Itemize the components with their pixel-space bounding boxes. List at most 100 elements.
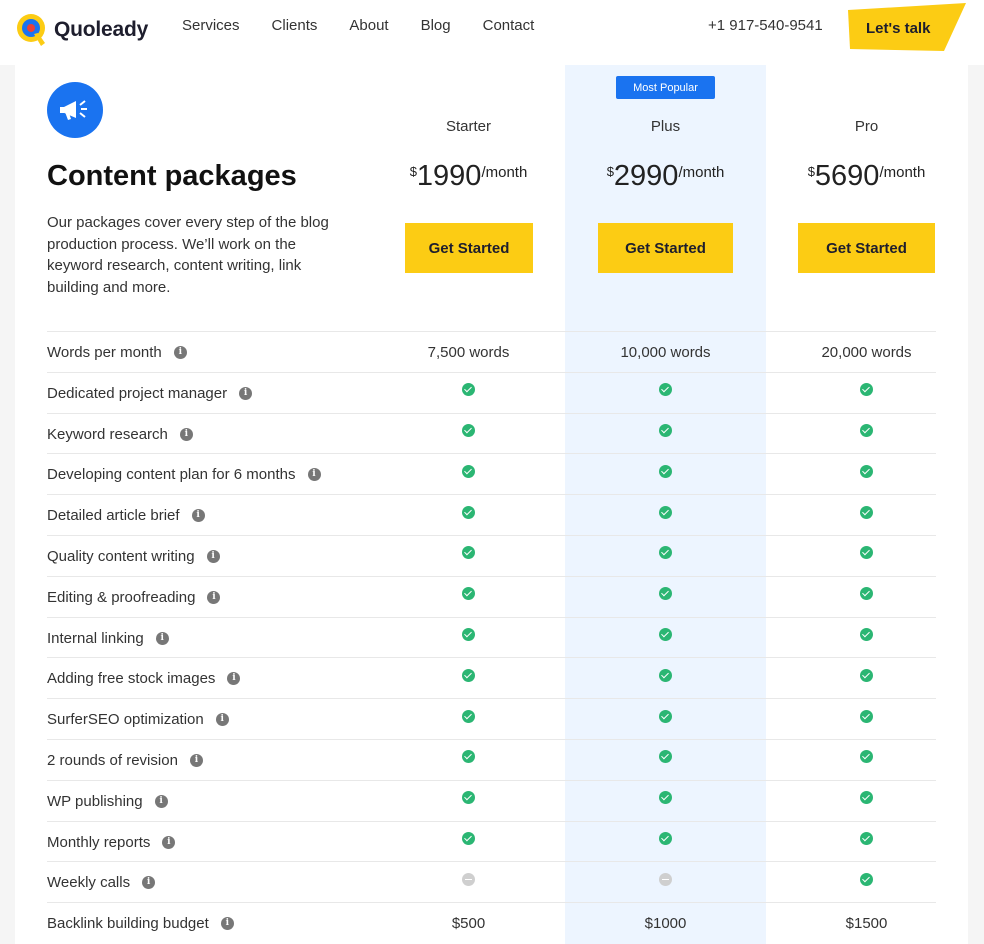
- feature-name: Developing content plan for 6 months: [47, 466, 296, 484]
- included-cell: [401, 781, 536, 821]
- included-cell: [598, 536, 733, 576]
- info-icon[interactable]: i: [189, 753, 203, 767]
- feature-row: Dedicated project manager i: [47, 371, 936, 413]
- get-started-pro-button[interactable]: Get Started: [798, 223, 935, 273]
- info-icon[interactable]: i: [227, 672, 241, 686]
- check-icon: [860, 587, 873, 601]
- nav-clients[interactable]: Clients: [272, 17, 318, 34]
- plan-price: $2990/month: [598, 160, 733, 193]
- feature-label: Editing & proofreading i: [47, 588, 221, 606]
- nav-blog[interactable]: Blog: [421, 17, 451, 34]
- check-icon: [462, 505, 475, 519]
- included-cell: [798, 740, 935, 780]
- included-cell: [798, 822, 935, 862]
- info-icon[interactable]: i: [142, 876, 156, 890]
- check-icon: [462, 628, 475, 642]
- check-icon: [860, 872, 873, 886]
- nav-about[interactable]: About: [349, 17, 388, 34]
- included-cell: [401, 495, 536, 535]
- price-currency: $: [409, 164, 417, 179]
- included-cell: [598, 740, 733, 780]
- plan-price: $5690/month: [798, 160, 935, 193]
- feature-label: Monthly reports i: [47, 833, 176, 851]
- feature-label: SurferSEO optimization i: [47, 711, 229, 728]
- feature-label: Developing content plan for 6 months i: [47, 466, 321, 483]
- feature-row: 2 rounds of revision i: [47, 738, 936, 780]
- lets-talk-button[interactable]: Let's talk: [848, 3, 968, 53]
- nav-services[interactable]: Services: [182, 17, 240, 34]
- included-cell: [798, 495, 935, 535]
- info-icon[interactable]: i: [162, 835, 176, 849]
- check-icon: [462, 383, 475, 397]
- feature-table: Words per month i 7,500 words 10,000 words 2…: [47, 331, 936, 943]
- feature-name: Internal linking: [47, 629, 144, 647]
- included-cell: [598, 414, 733, 454]
- feature-name: Editing & proofreading: [47, 588, 196, 606]
- get-started-plus-button[interactable]: Get Started: [598, 223, 733, 273]
- check-icon: [860, 709, 873, 723]
- info-icon[interactable]: i: [239, 386, 253, 400]
- included-cell: [798, 454, 935, 494]
- feature-row: Backlink building budget i $500 $1000 $1500: [47, 902, 936, 943]
- check-icon: [860, 383, 873, 397]
- included-cell: [401, 454, 536, 494]
- value-cell: 7,500 words: [427, 343, 510, 361]
- get-started-starter-button[interactable]: Get Started: [405, 223, 533, 273]
- info-icon[interactable]: i: [155, 631, 169, 645]
- feature-row: Editing & proofreading i: [47, 575, 936, 617]
- check-icon: [860, 546, 873, 560]
- included-cell: [798, 699, 935, 739]
- check-icon: [860, 464, 873, 478]
- included-cell: [401, 699, 536, 739]
- feature-name: Quality content writing: [47, 547, 195, 565]
- check-icon: [659, 750, 672, 764]
- feature-name: Dedicated project manager: [47, 384, 228, 402]
- check-icon: [462, 750, 475, 764]
- feature-name: Adding free stock images: [47, 670, 216, 688]
- value-cell: 10,000 words: [620, 343, 711, 361]
- feature-name: Words per month: [47, 344, 162, 361]
- page-title: Content packages: [47, 160, 297, 192]
- included-cell: [798, 373, 935, 413]
- info-icon[interactable]: i: [179, 427, 193, 441]
- included-cell: [401, 822, 536, 862]
- brand-logo[interactable]: Quoleady: [15, 12, 148, 48]
- price-period: /month: [879, 164, 926, 181]
- phone-link[interactable]: +1 917-540-9541: [708, 17, 823, 34]
- included-cell: [598, 658, 733, 698]
- included-cell: [598, 577, 733, 617]
- included-cell: [598, 495, 733, 535]
- check-icon: [860, 668, 873, 682]
- check-icon: [659, 464, 672, 478]
- info-icon[interactable]: i: [215, 713, 229, 727]
- most-popular-badge: Most Popular: [616, 76, 715, 99]
- check-icon: [860, 424, 873, 438]
- info-icon[interactable]: i: [173, 346, 187, 359]
- info-icon[interactable]: i: [191, 509, 205, 523]
- check-icon: [659, 383, 672, 397]
- feature-row: Monthly reports i: [47, 820, 936, 862]
- info-icon[interactable]: i: [220, 917, 234, 931]
- included-cell: [798, 536, 935, 576]
- included-cell: [401, 414, 536, 454]
- check-icon: [462, 832, 475, 846]
- feature-row: Quality content writing i: [47, 534, 936, 576]
- included-cell: [798, 577, 935, 617]
- feature-name: Weekly calls: [47, 874, 131, 892]
- check-icon: [860, 750, 873, 764]
- info-icon[interactable]: i: [206, 549, 220, 563]
- info-icon[interactable]: i: [154, 794, 168, 808]
- feature-label: WP publishing i: [47, 793, 168, 810]
- feature-label: Words per month i: [47, 344, 187, 361]
- feature-name: Monthly reports: [47, 833, 151, 851]
- feature-row: SurferSEO optimization i: [47, 698, 936, 739]
- plan-price: $1990/month: [401, 160, 536, 193]
- feature-label: Internal linking i: [47, 630, 169, 647]
- info-icon[interactable]: i: [207, 590, 221, 604]
- included-cell: [798, 862, 935, 902]
- included-cell: [798, 414, 935, 454]
- nav-contact[interactable]: Contact: [483, 17, 535, 34]
- logo-q-icon: [15, 12, 48, 48]
- check-icon: [659, 668, 672, 682]
- info-icon[interactable]: i: [307, 468, 321, 482]
